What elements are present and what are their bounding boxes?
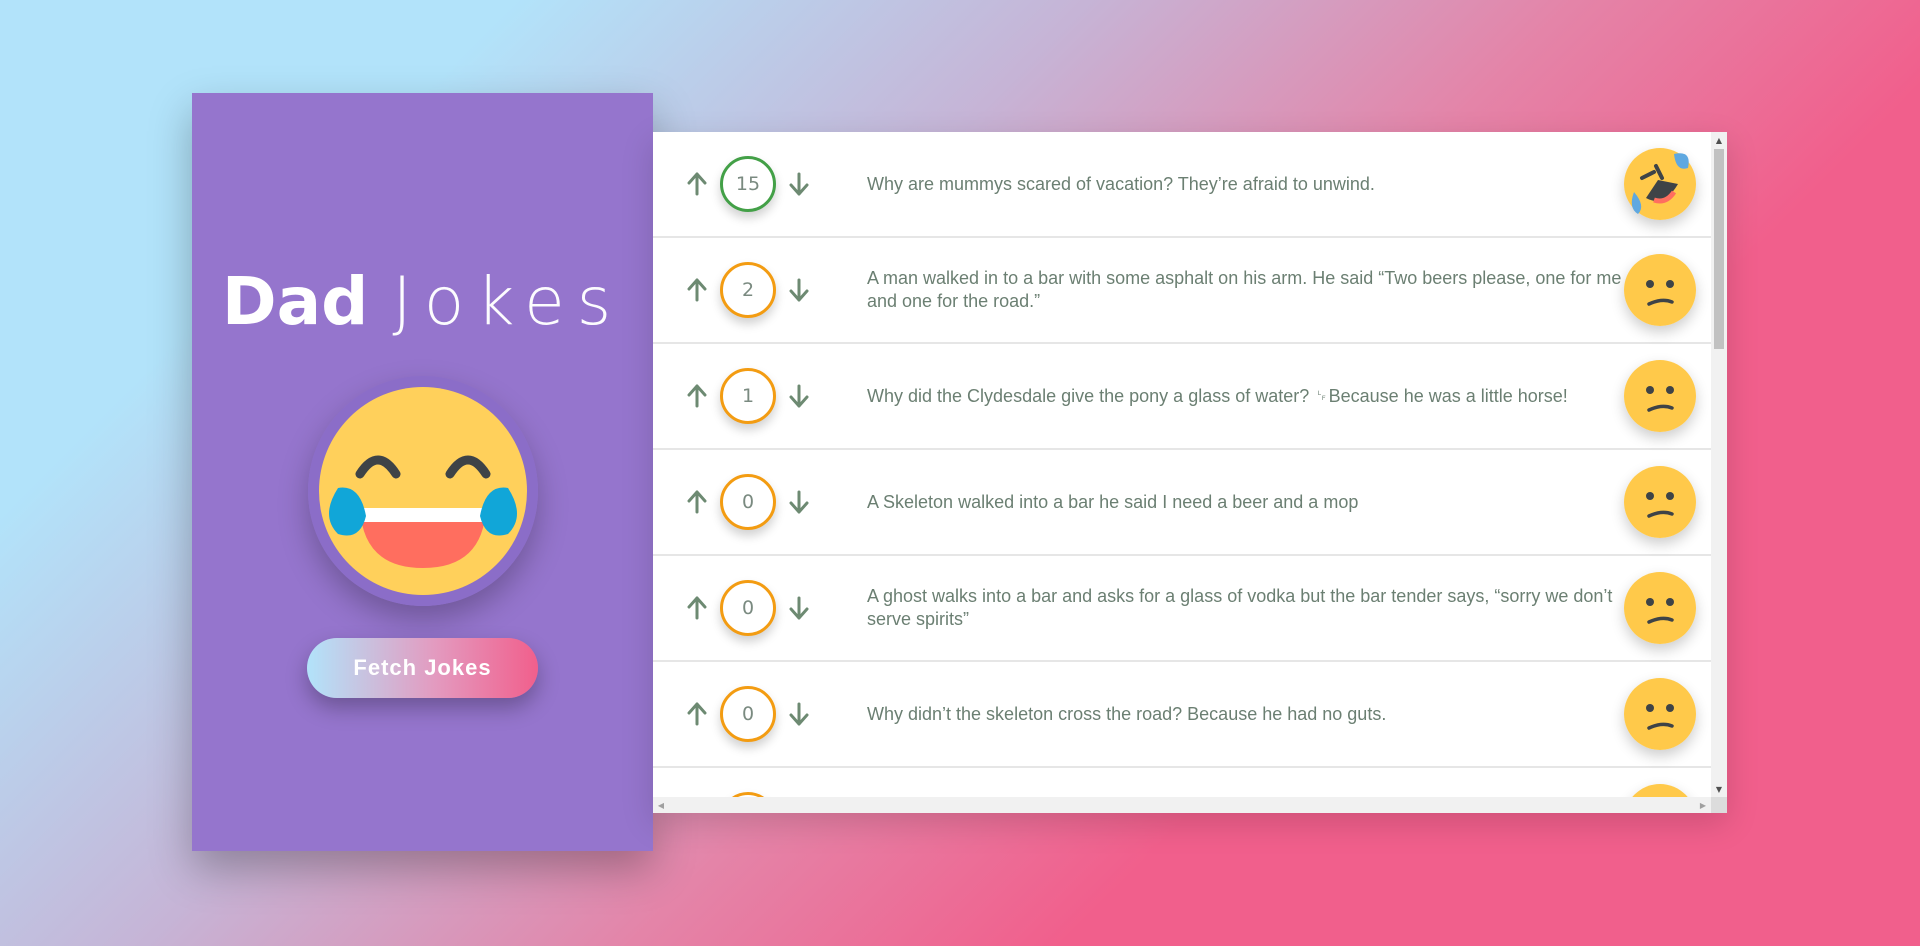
horizontal-scrollbar[interactable]: ◀ ▶ xyxy=(653,797,1711,813)
joke-item: 0 A Skeleton walked into a bar he said I… xyxy=(653,450,1711,556)
downvote-arrow-icon[interactable] xyxy=(786,171,812,197)
title-light: Jokes xyxy=(392,263,624,340)
vote-controls: 0 xyxy=(684,580,839,636)
joke-item: 15 Why are mummys scared of vacation? Th… xyxy=(653,132,1711,238)
joke-text: A man walked in to a bar with some aspha… xyxy=(867,268,1622,311)
scrollbar-corner xyxy=(1711,797,1727,813)
confused-face-icon xyxy=(1624,360,1696,432)
vertical-scrollbar[interactable]: ▲ ▼ xyxy=(1711,132,1727,797)
title-bold: Dad xyxy=(221,263,369,340)
confused-face-icon xyxy=(1624,254,1696,326)
vote-controls: 2 xyxy=(684,262,839,318)
scroll-down-arrow-icon[interactable]: ▼ xyxy=(1711,781,1727,797)
joke-text: Why didn’t the skeleton cross the road? … xyxy=(867,703,1387,724)
upvote-arrow-icon[interactable] xyxy=(684,489,710,515)
upvote-arrow-icon[interactable] xyxy=(684,171,710,197)
upvote-arrow-icon[interactable] xyxy=(684,701,710,727)
jokes-panel: 15 Why are mummys scared of vacation? Th… xyxy=(653,132,1727,813)
vote-count: 0 xyxy=(720,580,776,636)
vote-controls: 1 xyxy=(684,368,839,424)
confused-face-icon xyxy=(1624,678,1696,750)
vote-count: 0 xyxy=(720,474,776,530)
vote-count: 1 xyxy=(720,368,776,424)
downvote-arrow-icon[interactable] xyxy=(786,595,812,621)
upvote-arrow-icon[interactable] xyxy=(684,277,710,303)
joke-text: Why did the Clydesdale give the pony a g… xyxy=(867,385,1568,406)
scroll-up-arrow-icon[interactable]: ▲ xyxy=(1711,132,1727,148)
confused-face-icon xyxy=(1624,784,1696,797)
jokes-list: 15 Why are mummys scared of vacation? Th… xyxy=(653,132,1711,797)
joke-item: 0 A ghost walks into a bar and asks for … xyxy=(653,556,1711,662)
joke-text: A ghost walks into a bar and asks for a … xyxy=(867,586,1613,629)
sidebar: Dad Jokes Fetch Jokes xyxy=(192,93,653,851)
joke-item: 0 Why didn’t the skeleton cross the road… xyxy=(653,662,1711,768)
vote-controls: 0 xyxy=(684,686,839,742)
confused-face-icon xyxy=(1624,572,1696,644)
downvote-arrow-icon[interactable] xyxy=(786,277,812,303)
upvote-arrow-icon[interactable] xyxy=(684,595,710,621)
scroll-left-arrow-icon[interactable]: ◀ xyxy=(653,797,669,813)
joke-text: A Skeleton walked into a bar he said I n… xyxy=(867,491,1359,512)
vote-count: 15 xyxy=(720,156,776,212)
joke-item: 2 A man walked in to a bar with some asp… xyxy=(653,238,1711,344)
downvote-arrow-icon[interactable] xyxy=(786,701,812,727)
joke-item: 1 Why did the Clydesdale give the pony a… xyxy=(653,344,1711,450)
vote-count: 2 xyxy=(720,262,776,318)
app-title: Dad Jokes xyxy=(222,263,623,340)
fetch-jokes-button[interactable]: Fetch Jokes xyxy=(307,638,538,698)
scroll-right-arrow-icon[interactable]: ▶ xyxy=(1695,797,1711,813)
vote-controls: 0 xyxy=(684,474,839,530)
downvote-arrow-icon[interactable] xyxy=(786,489,812,515)
scrollbar-thumb[interactable] xyxy=(1714,149,1724,349)
downvote-arrow-icon[interactable] xyxy=(786,383,812,409)
laughing-emoji-icon xyxy=(307,376,538,606)
vote-count: 0 xyxy=(720,686,776,742)
joke-item-partial xyxy=(653,768,1711,797)
confused-face-icon xyxy=(1624,466,1696,538)
joke-text: Why are mummys scared of vacation? They’… xyxy=(867,173,1375,194)
vote-controls: 15 xyxy=(684,156,839,212)
upvote-arrow-icon[interactable] xyxy=(684,383,710,409)
rolling-on-floor-laughing-icon xyxy=(1624,148,1696,220)
